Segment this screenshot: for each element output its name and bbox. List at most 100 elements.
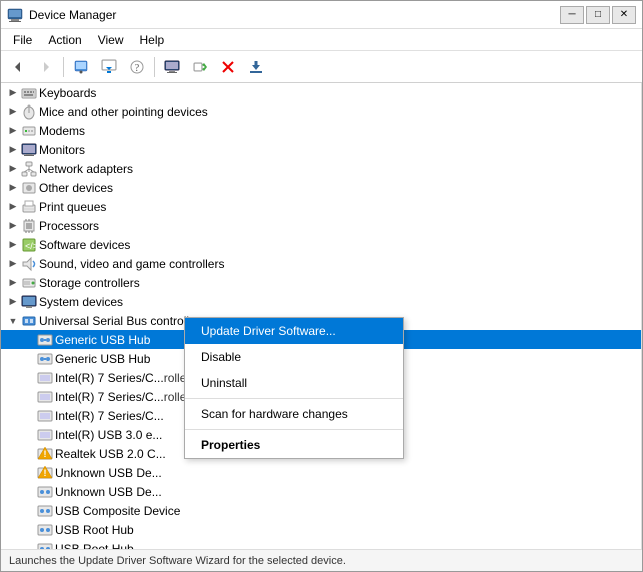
keyboards-label: Keyboards <box>39 86 96 100</box>
svg-text:?: ? <box>135 63 140 74</box>
ctx-disable[interactable]: Disable <box>185 344 403 370</box>
tree-item-monitors[interactable]: ▶ Monitors <box>1 140 641 159</box>
properties-button[interactable] <box>68 54 94 80</box>
ctx-disable-label: Disable <box>201 350 241 364</box>
ctx-scan[interactable]: Scan for hardware changes <box>185 401 403 427</box>
monitors-toggle[interactable]: ▶ <box>5 140 21 159</box>
usb-label: Universal Serial Bus controllers <box>39 314 206 328</box>
sound-toggle[interactable]: ▶ <box>5 254 21 273</box>
usb-composite-icon <box>37 484 53 500</box>
system-label: System devices <box>39 295 123 309</box>
device-tree[interactable]: ▶ Keyboards ▶ Mice and other pointing de… <box>1 83 642 549</box>
forward-button[interactable] <box>33 54 59 80</box>
status-text: Launches the Update Driver Software Wiza… <box>9 555 346 567</box>
modems-icon <box>21 123 37 139</box>
ctx-uninstall[interactable]: Uninstall <box>185 370 403 396</box>
menu-action[interactable]: Action <box>40 31 89 49</box>
storage-icon <box>21 275 37 291</box>
tree-item-usb-root-2[interactable]: USB Root Hub <box>1 520 641 539</box>
svg-text:!: ! <box>44 449 47 459</box>
menu-help[interactable]: Help <box>132 31 173 49</box>
unknown-usb-1-icon: ! <box>37 446 53 462</box>
intel-7s-1-label: Intel(R) 7 Series/C... <box>55 371 164 385</box>
ctx-update-driver[interactable]: Update Driver Software... <box>185 318 403 344</box>
tree-item-keyboards[interactable]: ▶ Keyboards <box>1 83 641 102</box>
usb-root-2-label: USB Root Hub <box>55 523 134 537</box>
generic-usb-2-icon <box>37 351 53 367</box>
generic-usb-1-icon <box>37 332 53 348</box>
tree-item-network[interactable]: ▶ Network adapters <box>1 159 641 178</box>
system-toggle[interactable]: ▶ <box>5 292 21 311</box>
storage-toggle[interactable]: ▶ <box>5 273 21 292</box>
print-label: Print queues <box>39 200 106 214</box>
network-toggle[interactable]: ▶ <box>5 159 21 178</box>
scan-button[interactable] <box>187 54 213 80</box>
usb-root-xhci-icon <box>37 541 53 550</box>
back-button[interactable] <box>5 54 31 80</box>
tree-item-usb-root-xhci[interactable]: USB Root Hub <box>1 539 641 549</box>
software-toggle[interactable]: ▶ <box>5 235 21 254</box>
usb-toggle[interactable]: ▼ <box>5 311 21 330</box>
tree-item-usb-root-1[interactable]: USB Composite Device <box>1 501 641 520</box>
generic-usb-2-label: Generic USB Hub <box>55 352 150 366</box>
menu-file[interactable]: File <box>5 31 40 49</box>
ctx-properties[interactable]: Properties <box>185 432 403 458</box>
unknown-usb-1-label: Realtek USB 2.0 C... <box>55 447 166 461</box>
tree-item-usb-composite[interactable]: Unknown USB De... <box>1 482 641 501</box>
tree-item-system[interactable]: ▶ System devices <box>1 292 641 311</box>
network-label: Network adapters <box>39 162 133 176</box>
intel-usb3-label: Intel(R) 7 Series/C... <box>55 409 164 423</box>
menu-bar: File Action View Help <box>1 29 642 51</box>
mice-toggle[interactable]: ▶ <box>5 102 21 121</box>
status-bar: Launches the Update Driver Software Wiza… <box>1 549 642 571</box>
mice-icon <box>21 104 37 120</box>
intel-7s-2-icon <box>37 389 53 405</box>
storage-label: Storage controllers <box>39 276 140 290</box>
device-manager-window: Device Manager ─ □ ✕ File Action View He… <box>0 0 643 572</box>
other-icon <box>21 180 37 196</box>
system-icon <box>21 294 37 310</box>
processors-toggle[interactable]: ▶ <box>5 216 21 235</box>
close-button[interactable]: ✕ <box>612 6 636 24</box>
monitors-icon <box>21 142 37 158</box>
maximize-button[interactable]: □ <box>586 6 610 24</box>
processors-label: Processors <box>39 219 99 233</box>
generic-usb-1-label: Generic USB Hub <box>55 333 150 347</box>
tree-item-print[interactable]: ▶ Print queues <box>1 197 641 216</box>
intel-7s-2-label: Intel(R) 7 Series/C... <box>55 390 164 404</box>
delete-button[interactable] <box>215 54 241 80</box>
tree-item-software[interactable]: ▶ </> Software devices <box>1 235 641 254</box>
usb-root-xhci-label: USB Root Hub <box>55 542 134 550</box>
download-button[interactable] <box>243 54 269 80</box>
modems-toggle[interactable]: ▶ <box>5 121 21 140</box>
window-title: Device Manager <box>29 8 116 22</box>
context-menu: Update Driver Software... Disable Uninst… <box>184 317 404 459</box>
tree-item-storage[interactable]: ▶ Storage controllers <box>1 273 641 292</box>
tree-item-sound[interactable]: ▶ Sound, video and game controllers <box>1 254 641 273</box>
title-bar-left: Device Manager <box>7 7 116 23</box>
intel-7s-1-icon <box>37 370 53 386</box>
tree-item-modems[interactable]: ▶ Modems <box>1 121 641 140</box>
tree-item-other[interactable]: ▶ Other devices <box>1 178 641 197</box>
ctx-sep-1 <box>185 398 403 399</box>
menu-view[interactable]: View <box>90 31 132 49</box>
tree-item-unknown-usb-2[interactable]: ! Unknown USB De... <box>1 463 641 482</box>
keyboards-toggle[interactable]: ▶ <box>5 83 21 102</box>
minimize-button[interactable]: ─ <box>560 6 584 24</box>
tree-item-mice[interactable]: ▶ Mice and other pointing devices <box>1 102 641 121</box>
unknown-usb-2-label: Unknown USB De... <box>55 466 162 480</box>
computer-button[interactable] <box>159 54 185 80</box>
ctx-uninstall-label: Uninstall <box>201 376 247 390</box>
tree-item-processors[interactable]: ▶ Processors <box>1 216 641 235</box>
print-toggle[interactable]: ▶ <box>5 197 21 216</box>
help-button[interactable]: ? <box>124 54 150 80</box>
usb-composite-label: Unknown USB De... <box>55 485 162 499</box>
toolbar-sep-1 <box>63 57 64 77</box>
other-toggle[interactable]: ▶ <box>5 178 21 197</box>
mice-label: Mice and other pointing devices <box>39 105 208 119</box>
unknown-usb-2-icon: ! <box>37 465 53 481</box>
generic-usb-2-toggle <box>21 349 37 368</box>
svg-text:</>: </> <box>25 241 37 251</box>
realtek-icon <box>37 427 53 443</box>
update-driver-button[interactable] <box>96 54 122 80</box>
